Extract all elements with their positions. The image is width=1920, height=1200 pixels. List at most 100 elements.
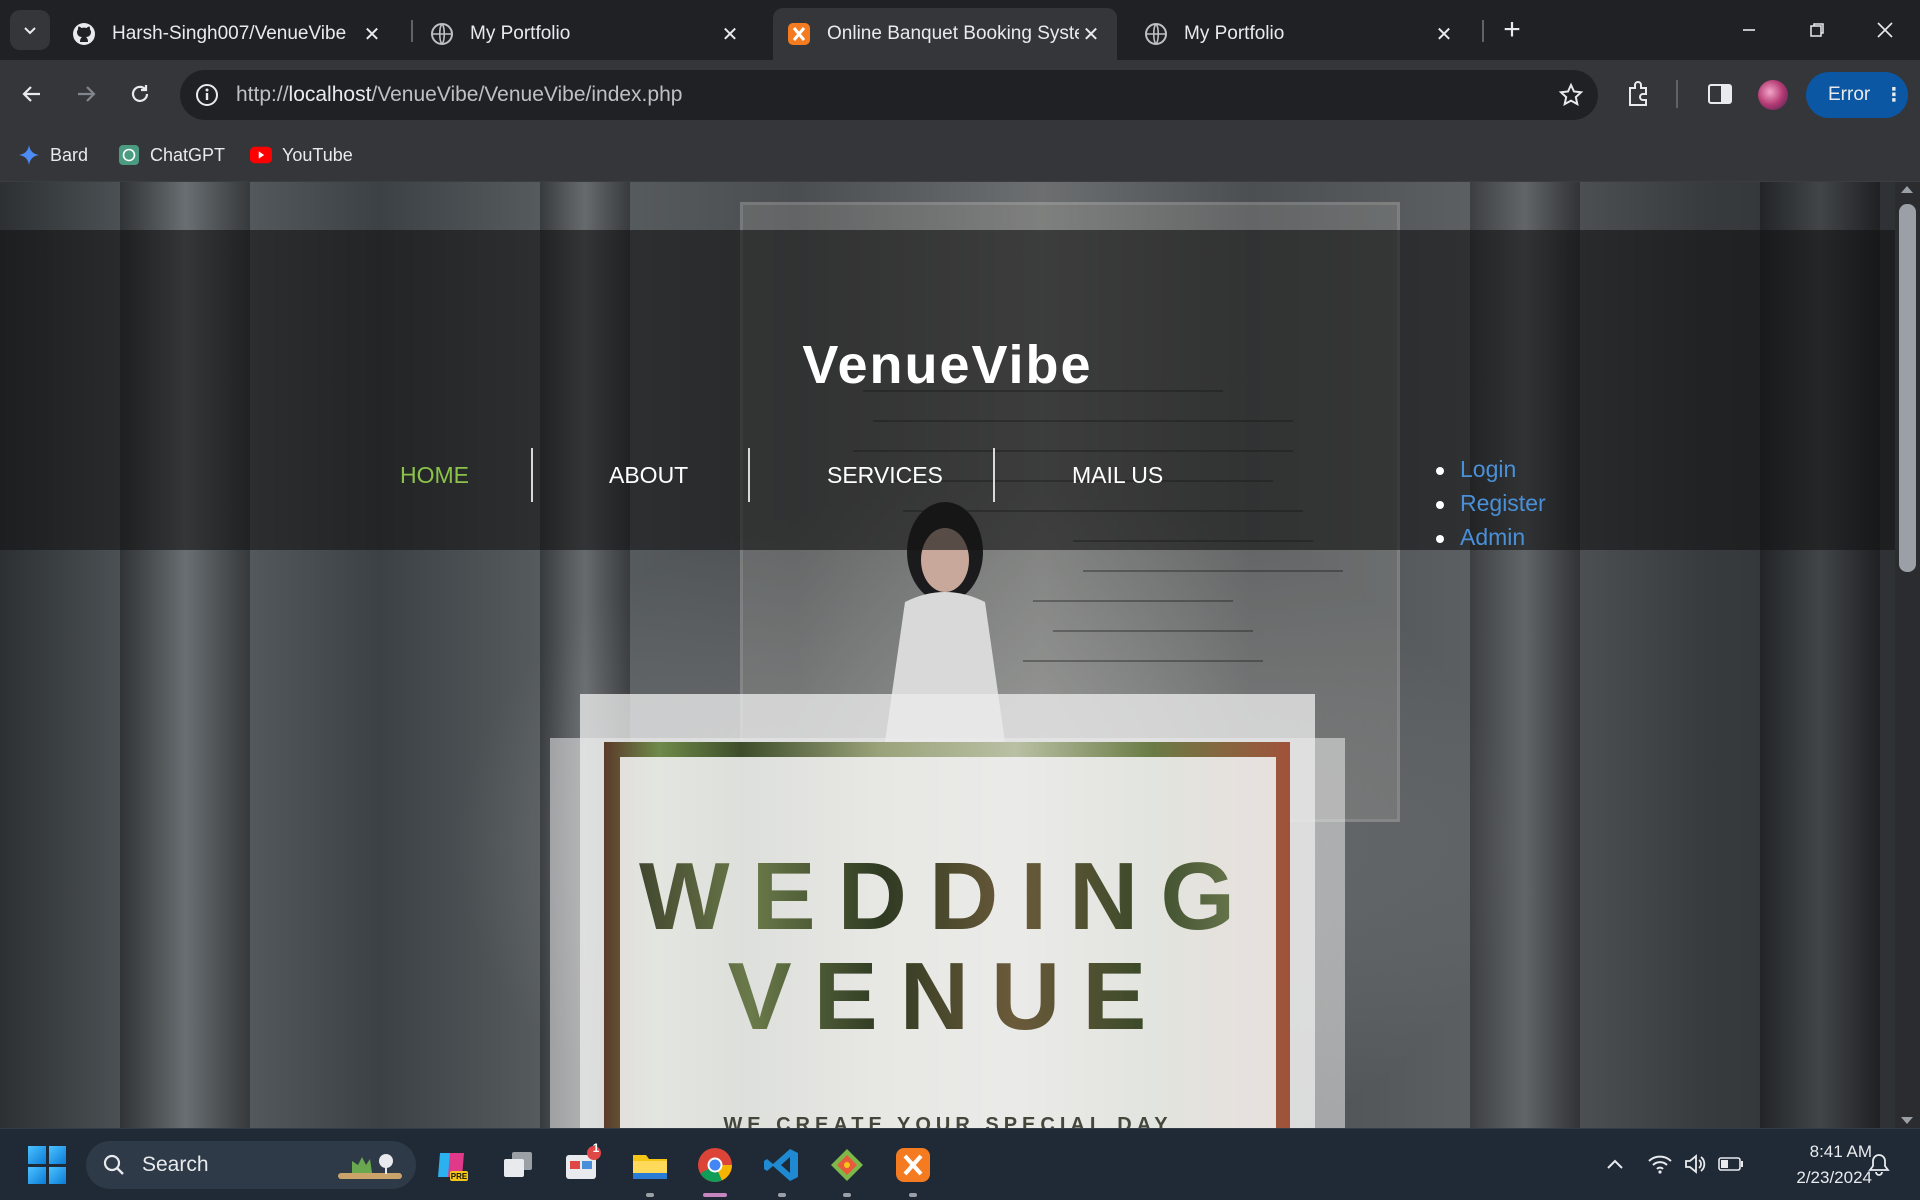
- arrow-right-icon: [78, 86, 96, 102]
- task-view-icon[interactable]: [496, 1143, 540, 1187]
- tray-overflow-icon[interactable]: [1600, 1149, 1630, 1179]
- url-host: localhost: [288, 83, 372, 106]
- bookmark-chatgpt[interactable]: ChatGPT: [118, 139, 225, 171]
- battery-icon[interactable]: [1716, 1149, 1746, 1179]
- page-scrollbar[interactable]: [1895, 182, 1920, 1128]
- windows-start-icon[interactable]: [28, 1146, 66, 1184]
- minimize-icon: [1743, 29, 1755, 31]
- site-info-icon[interactable]: [194, 82, 220, 108]
- wifi-icon[interactable]: [1645, 1149, 1675, 1179]
- close-icon[interactable]: ✕: [1432, 22, 1456, 47]
- tab-title: My Portfolio: [470, 23, 571, 44]
- notifications-bell-icon[interactable]: [1864, 1149, 1894, 1179]
- hero-title-line2: VENUE: [620, 942, 1276, 1052]
- nav-services[interactable]: SERVICES: [827, 462, 943, 489]
- app-running-indicator: [843, 1193, 851, 1197]
- chrome-app-icon[interactable]: [693, 1143, 737, 1187]
- site-logo[interactable]: VenueVibe: [0, 334, 1895, 396]
- site-logo-text: VenueVibe: [802, 335, 1093, 395]
- nav-mail-us[interactable]: MAIL US: [1072, 462, 1163, 489]
- tab-github[interactable]: Harsh-Singh007/VenueVibe ✕: [58, 8, 398, 60]
- profile-avatar[interactable]: [1758, 80, 1788, 110]
- tab-title: Harsh-Singh007/VenueVibe: [112, 23, 347, 44]
- scroll-up-arrow-icon[interactable]: [1901, 186, 1913, 193]
- svg-text:PRE: PRE: [451, 1172, 468, 1181]
- tab-strip: Harsh-Singh007/VenueVibe ✕ My Portfolio …: [0, 0, 1920, 60]
- nav-divider: [748, 448, 750, 502]
- auth-links: Login Register Admin: [1436, 456, 1546, 558]
- app-running-indicator: [646, 1193, 654, 1197]
- reload-button[interactable]: [120, 74, 160, 114]
- admin-link[interactable]: Admin: [1436, 524, 1546, 558]
- nav-about[interactable]: ABOUT: [609, 462, 688, 489]
- bookmark-label: ChatGPT: [150, 144, 226, 165]
- bookmark-label: YouTube: [282, 144, 353, 165]
- close-window-button[interactable]: [1860, 8, 1910, 52]
- forward-button[interactable]: [66, 74, 106, 114]
- xampp-icon: [787, 22, 811, 46]
- taskbar-search[interactable]: Search: [86, 1141, 416, 1189]
- side-panel-icon[interactable]: [1704, 78, 1736, 110]
- browser-toolbar: http://localhost/VenueVibe/VenueVibe/ind…: [0, 60, 1920, 128]
- search-placeholder: Search: [142, 1153, 209, 1176]
- copilot-app-icon[interactable]: PRE: [430, 1143, 474, 1187]
- tab-portfolio-2[interactable]: My Portfolio ✕: [1130, 8, 1470, 60]
- github-icon: [72, 22, 96, 46]
- tab-portfolio-1[interactable]: My Portfolio ✕: [416, 8, 756, 60]
- globe-icon: [1144, 22, 1168, 46]
- extensions-icon[interactable]: [1622, 78, 1654, 110]
- tab-banquet-booking[interactable]: Online Banquet Booking System ✕: [773, 8, 1117, 60]
- restore-button[interactable]: [1792, 8, 1842, 52]
- notification-badge: 1: [592, 1141, 600, 1155]
- more-vert-icon: ⋮: [1884, 84, 1904, 106]
- close-icon: [1877, 22, 1893, 38]
- nav-divider: [531, 448, 533, 502]
- bookmark-label: Bard: [50, 144, 89, 165]
- clock-time: 8:41 AM: [1809, 1142, 1872, 1161]
- new-tab-button[interactable]: +: [1494, 12, 1530, 48]
- close-icon[interactable]: ✕: [718, 22, 742, 47]
- tab-divider: [1482, 20, 1484, 42]
- globe-icon: [430, 22, 454, 46]
- bookmarks-bar: Bard ChatGPT YouTube: [0, 128, 1920, 182]
- close-icon[interactable]: ✕: [360, 22, 384, 47]
- bookmark-bard[interactable]: Bard: [18, 139, 88, 171]
- address-bar[interactable]: http://localhost/VenueVibe/VenueVibe/ind…: [180, 70, 1598, 120]
- close-icon[interactable]: ✕: [1079, 22, 1103, 47]
- nav-home[interactable]: HOME: [400, 462, 469, 489]
- scrollbar-thumb[interactable]: [1899, 204, 1916, 572]
- plus-icon: +: [1503, 13, 1521, 46]
- login-link[interactable]: Login: [1436, 456, 1546, 490]
- widgets-app-icon[interactable]: 1: [560, 1141, 604, 1187]
- chatgpt-icon: [118, 144, 140, 166]
- url-scheme: http://: [236, 83, 289, 106]
- toolbar-divider: [1676, 80, 1678, 108]
- back-button[interactable]: [12, 74, 52, 114]
- hero-title-line1: WEDDING: [620, 842, 1276, 952]
- register-link[interactable]: Register: [1436, 490, 1546, 524]
- url-path: /VenueVibe/VenueVibe/index.php: [371, 83, 683, 106]
- tab-divider: [411, 20, 413, 42]
- app-active-indicator: [703, 1193, 727, 1197]
- scroll-down-arrow-icon[interactable]: [1901, 1117, 1913, 1124]
- tab-title: Online Banquet Booking System: [827, 23, 1079, 44]
- bookmark-youtube[interactable]: YouTube: [250, 139, 353, 171]
- file-explorer-icon[interactable]: [628, 1143, 672, 1187]
- volume-icon[interactable]: [1680, 1149, 1710, 1179]
- bookmark-star-icon[interactable]: [1558, 82, 1584, 108]
- minimize-button[interactable]: [1724, 8, 1774, 52]
- bard-icon: [18, 144, 40, 166]
- error-button[interactable]: Error ⋮: [1806, 72, 1908, 118]
- page-viewport: VenueVibe HOME ABOUT SERVICES MAIL US Lo…: [0, 182, 1895, 1128]
- tab-search-button[interactable]: [10, 10, 50, 50]
- clock-date: 2/23/2024: [1796, 1168, 1872, 1187]
- tab-title: My Portfolio: [1184, 23, 1285, 44]
- app-running-indicator: [778, 1193, 786, 1197]
- git-app-icon[interactable]: [825, 1143, 869, 1187]
- system-clock[interactable]: 8:41 AM 2/23/2024: [1760, 1139, 1872, 1191]
- vscode-app-icon[interactable]: [760, 1143, 804, 1187]
- nav-divider: [993, 448, 995, 502]
- url-text[interactable]: http://localhost/VenueVibe/VenueVibe/ind…: [236, 83, 682, 107]
- xampp-app-icon[interactable]: [891, 1143, 935, 1187]
- youtube-icon: [250, 144, 272, 166]
